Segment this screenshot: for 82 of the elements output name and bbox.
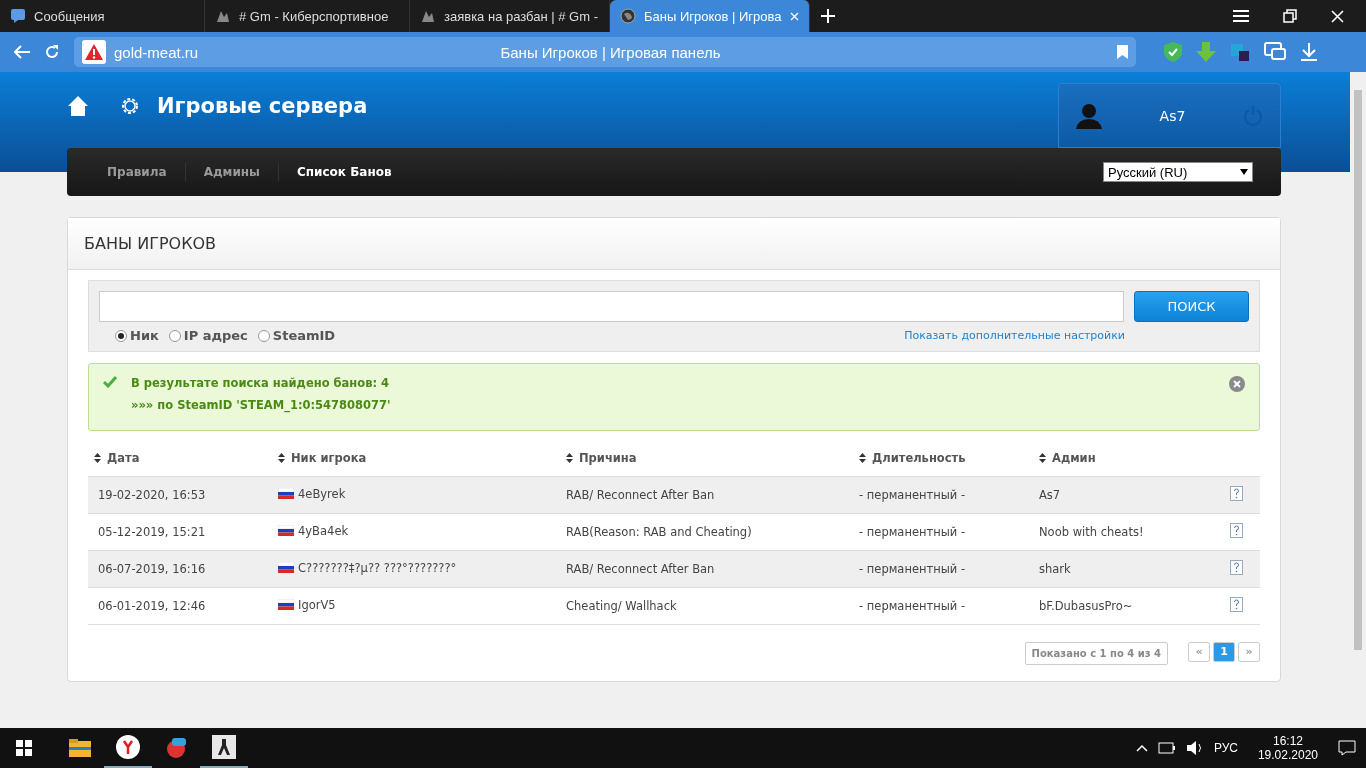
sort-icon[interactable] (94, 453, 101, 464)
chevron-up-icon[interactable] (1135, 744, 1148, 752)
table-cell: 06-01-2019, 12:46 (98, 598, 206, 613)
pagination-summary: Показано с 1 по 4 из 4 (1024, 641, 1168, 665)
speaker-icon[interactable] (1185, 741, 1204, 755)
nav-link[interactable]: Админы (185, 163, 279, 181)
info-icon[interactable] (1230, 485, 1243, 501)
table-cell: 4yBa4ek (298, 523, 349, 538)
search-field[interactable] (99, 291, 1124, 322)
scrollbar-thumb[interactable] (1354, 90, 1362, 650)
shield-icon[interactable] (1164, 42, 1182, 62)
info-icon[interactable] (1230, 596, 1243, 612)
flag-icon (278, 488, 294, 500)
sort-icon[interactable] (278, 453, 285, 464)
table-cell: 05-12-2019, 15:21 (98, 524, 206, 539)
home-icon[interactable] (67, 95, 89, 117)
column-header[interactable]: Длительность (859, 451, 966, 466)
language-select[interactable]: Русский (RU) (1103, 162, 1253, 182)
url-text: gold-meat.ru (114, 43, 200, 61)
table-cell: - перманентный - (859, 561, 966, 576)
table-cell: Noob with cheats! (1039, 524, 1144, 539)
battery-icon[interactable] (1157, 742, 1176, 754)
flag-icon (278, 562, 294, 574)
table-cell: - перманентный - (859, 487, 966, 502)
info-icon[interactable] (1230, 559, 1243, 575)
table-cell: RAB/ Reconnect After Ban (566, 561, 715, 576)
site-title: Игровые сервера (157, 94, 368, 118)
table-cell: As7 (1039, 487, 1061, 502)
language-indicator[interactable]: РУС (1213, 741, 1238, 755)
sort-icon[interactable] (1039, 453, 1046, 464)
nav-link[interactable]: Правила (89, 163, 186, 181)
restore-icon[interactable] (1283, 9, 1297, 23)
alert-text: В результате поиска найдено банов: 4 (131, 376, 391, 390)
globe-icon (620, 8, 636, 24)
browser-tab[interactable]: Баны Игроков | Игрова (610, 0, 810, 32)
clock[interactable]: 16:12 19.02.2020 (1257, 734, 1318, 762)
table-cell: Cheating/ Wallhack (566, 598, 677, 613)
gear-icon (119, 95, 141, 117)
table-cell: shark (1039, 561, 1071, 576)
table-cell: RAB(Reason: RAB and Cheating) (566, 524, 752, 539)
warning-icon (82, 40, 106, 64)
reload-icon[interactable] (44, 44, 60, 60)
column-header[interactable]: Дата (94, 451, 140, 466)
download-icon[interactable] (1300, 43, 1318, 61)
table-cell: bF.DubasusPro~ (1039, 598, 1133, 613)
back-icon[interactable] (14, 45, 30, 59)
check-icon (103, 376, 117, 388)
table-cell: - перманентный - (859, 524, 966, 539)
search-type-radio[interactable]: IP адрес (168, 328, 248, 343)
user-icon (1075, 102, 1103, 129)
search-type-radio[interactable]: Ник (115, 328, 159, 343)
info-icon[interactable] (1230, 522, 1243, 538)
search-type-radio[interactable]: SteamID (257, 328, 336, 343)
dropdown-icon (1240, 169, 1248, 175)
sort-icon[interactable] (859, 453, 866, 464)
new-tab-icon[interactable] (820, 8, 836, 24)
user-name: As7 (1158, 107, 1187, 124)
flag-icon (278, 525, 294, 537)
bookmark-icon[interactable] (1117, 45, 1128, 59)
panel-title: БАНЫ ИГРОКОВ (68, 218, 1280, 270)
table-cell: 06-07-2019, 16:16 (98, 561, 206, 576)
nav-link[interactable]: Список Банов (278, 163, 410, 181)
column-header[interactable]: Причина (566, 451, 637, 466)
page-title: Баны Игроков | Игровая панель (499, 43, 722, 61)
more-settings-link[interactable]: Показать дополнительные настройки (904, 329, 1125, 342)
table-cell: RAB/ Reconnect After Ban (566, 487, 715, 502)
flag-icon (278, 599, 294, 611)
table-cell: IgorV5 (298, 597, 336, 612)
table-cell: - перманентный - (859, 598, 966, 613)
close-icon[interactable] (1331, 9, 1344, 23)
chat-icon[interactable] (1264, 42, 1286, 62)
table-cell: C???????‡?µ?? ???°???????° (298, 560, 457, 575)
notification-icon[interactable] (1338, 740, 1356, 756)
extension-icon[interactable] (1230, 42, 1250, 62)
table-cell: 19-02-2020, 16:53 (98, 487, 206, 502)
table-cell: 4eByrek (298, 486, 346, 501)
sort-icon[interactable] (566, 453, 573, 464)
column-header[interactable]: Ник игрока (278, 451, 367, 466)
menu-icon[interactable] (1233, 10, 1249, 22)
column-header[interactable]: Админ (1039, 451, 1096, 466)
alert-text: »»» по SteamID 'STEAM_1:0:547808077' (131, 398, 392, 412)
chat-icon (10, 8, 26, 24)
